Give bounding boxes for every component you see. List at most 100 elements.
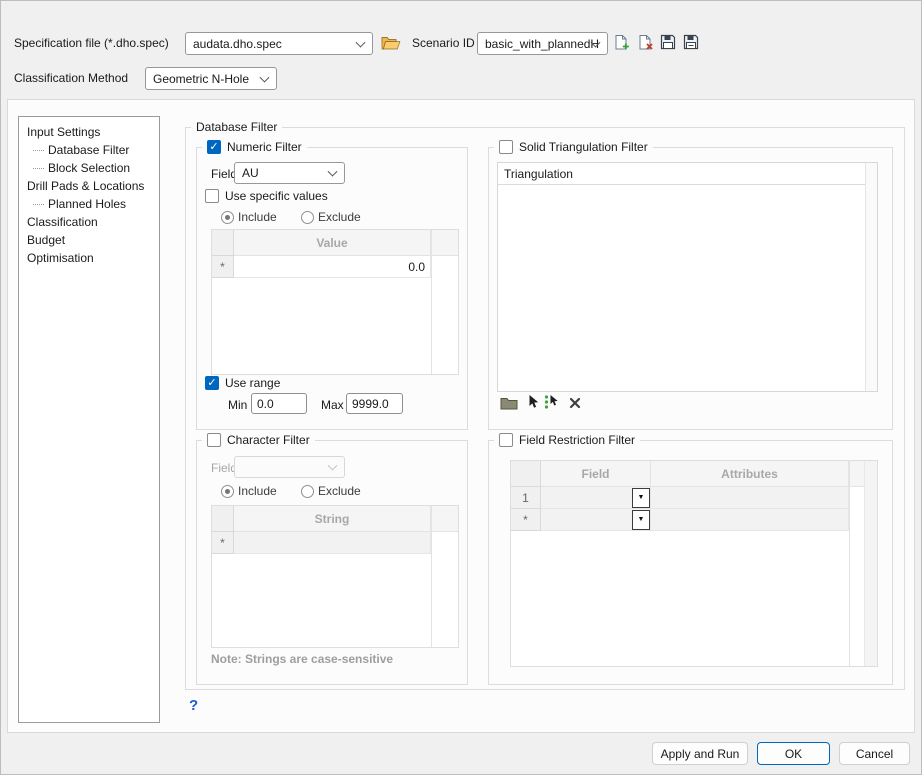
apply-and-run-button[interactable]: Apply and Run — [652, 742, 748, 765]
min-input[interactable] — [251, 393, 307, 414]
tree-item-label: Planned Holes — [48, 197, 126, 211]
numeric-filter-header: ✓ Numeric Filter — [202, 138, 307, 155]
grid-scrollbar-header — [432, 506, 458, 532]
attributes-cell[interactable] — [651, 487, 849, 509]
tree-item-planned-holes[interactable]: Planned Holes — [19, 195, 159, 213]
cancel-button[interactable]: Cancel — [839, 742, 910, 765]
numeric-filter-title: Numeric Filter — [227, 140, 302, 154]
tree-item-label: Budget — [27, 233, 65, 247]
value-cell[interactable]: 0.0 — [234, 256, 431, 278]
row-selector-cell[interactable]: * — [511, 509, 541, 531]
row-selector-cell[interactable]: * — [212, 532, 234, 554]
delete-scenario-button[interactable] — [634, 33, 656, 54]
triangulation-list-header: Triangulation — [498, 163, 865, 185]
character-exclude-radio[interactable] — [301, 485, 314, 498]
character-filter-header: Character Filter — [202, 431, 315, 448]
character-filter-checkbox[interactable] — [207, 433, 221, 447]
numeric-include-label: Include — [238, 210, 277, 224]
attributes-column-header: Attributes — [651, 461, 849, 487]
tree-item-input-settings[interactable]: Input Settings — [19, 123, 159, 141]
spec-file-label: Specification file (*.dho.spec) — [14, 36, 169, 50]
field-dropdown-button[interactable]: ▼ — [632, 488, 650, 508]
max-input[interactable] — [346, 393, 403, 414]
numeric-include-radio[interactable] — [221, 211, 234, 224]
use-range-checkbox[interactable]: ✓ — [205, 376, 219, 390]
attributes-cell[interactable] — [651, 509, 849, 531]
field-restriction-header: Field Restriction Filter — [494, 431, 640, 448]
tree-item-label: Input Settings — [27, 125, 100, 139]
grid-scrollbar-track[interactable] — [849, 461, 877, 666]
field-restriction-checkbox[interactable] — [499, 433, 513, 447]
chevron-down-icon — [328, 167, 338, 177]
solid-triangulation-checkbox[interactable] — [499, 140, 513, 154]
use-specific-values-checkbox[interactable] — [205, 189, 219, 203]
cursor-icon — [528, 394, 539, 412]
folder-icon — [500, 397, 518, 413]
numeric-exclude-radio[interactable] — [301, 211, 314, 224]
field-restriction-grid: Field Attributes 1 ▼ * ▼ — [510, 460, 878, 667]
tree-item-drill-pads[interactable]: Drill Pads & Locations — [19, 177, 159, 195]
new-scenario-button[interactable] — [610, 33, 632, 54]
scenario-id-combobox[interactable]: basic_with_plannedH — [477, 32, 608, 55]
field-column-header: Field — [541, 461, 651, 487]
group-title: Database Filter — [196, 120, 277, 134]
character-include-radio[interactable] — [221, 485, 234, 498]
triangulation-remove-button[interactable] — [568, 397, 582, 411]
character-exclude-label: Exclude — [318, 484, 361, 498]
use-specific-values-row: Use specific values — [205, 189, 328, 203]
solid-triangulation-title: Solid Triangulation Filter — [519, 140, 648, 154]
numeric-exclude-label: Exclude — [318, 210, 361, 224]
grid-scrollbar-header — [432, 230, 458, 256]
tree-item-budget[interactable]: Budget — [19, 231, 159, 249]
use-range-label: Use range — [225, 376, 280, 390]
triangulation-pick-multi-button[interactable] — [542, 394, 562, 412]
use-range-row: ✓ Use range — [205, 376, 280, 390]
grid-scrollbar-track[interactable] — [431, 230, 458, 374]
field-cell[interactable]: ▼ — [541, 487, 651, 509]
character-include-row: Include — [221, 484, 277, 498]
row-selector-cell[interactable]: 1 — [511, 487, 541, 509]
string-cell[interactable] — [234, 532, 431, 554]
tree-item-classification[interactable]: Classification — [19, 213, 159, 231]
numeric-filter-checkbox[interactable]: ✓ — [207, 140, 221, 154]
grid-corner-cell — [212, 506, 234, 532]
tree-item-optimisation[interactable]: Optimisation — [19, 249, 159, 267]
field-dropdown-button[interactable]: ▼ — [632, 510, 650, 530]
character-include-label: Include — [238, 484, 277, 498]
save-scenario-button[interactable] — [657, 33, 679, 54]
tree-item-label: Block Selection — [48, 161, 130, 175]
scrollbar-inner-track[interactable] — [864, 461, 877, 666]
character-strings-grid: String * — [211, 505, 459, 648]
numeric-field-value: AU — [242, 166, 259, 180]
triangulation-list[interactable]: Triangulation — [497, 162, 878, 392]
solid-triangulation-header: Solid Triangulation Filter — [494, 138, 653, 155]
tree-branch-line — [33, 204, 44, 205]
grid-scrollbar-track[interactable] — [431, 506, 458, 647]
tree-branch-line — [33, 168, 44, 169]
save-as-scenario-button[interactable] — [680, 33, 702, 54]
database-filter-group-label: Database Filter — [191, 118, 282, 135]
numeric-field-combobox[interactable]: AU — [234, 162, 345, 184]
classification-method-combobox[interactable]: Geometric N-Hole — [145, 67, 277, 90]
triangulation-load-button[interactable] — [498, 396, 520, 414]
spec-file-combobox[interactable]: audata.dho.spec — [185, 32, 373, 55]
ok-button[interactable]: OK — [757, 742, 830, 765]
browse-spec-button[interactable] — [380, 33, 402, 54]
save-icon — [660, 34, 676, 53]
list-scrollbar-track[interactable] — [865, 163, 877, 391]
row-selector-cell[interactable]: * — [212, 256, 234, 278]
tree-item-block-selection[interactable]: Block Selection — [19, 159, 159, 177]
use-specific-values-label: Use specific values — [225, 189, 328, 203]
field-cell[interactable]: ▼ — [541, 509, 651, 531]
help-button[interactable]: ? — [189, 697, 198, 714]
string-column-header: String — [234, 506, 431, 532]
tree-branch-line — [33, 150, 44, 151]
tree-item-database-filter[interactable]: Database Filter — [19, 141, 159, 159]
triangulation-pick-button[interactable] — [526, 394, 540, 412]
classification-method-value: Geometric N-Hole — [153, 72, 249, 86]
tree-item-label: Classification — [27, 215, 98, 229]
classification-method-label: Classification Method — [14, 71, 128, 85]
open-folder-icon — [381, 34, 401, 54]
character-field-combobox[interactable] — [234, 456, 345, 478]
value-column-header: Value — [234, 230, 431, 256]
